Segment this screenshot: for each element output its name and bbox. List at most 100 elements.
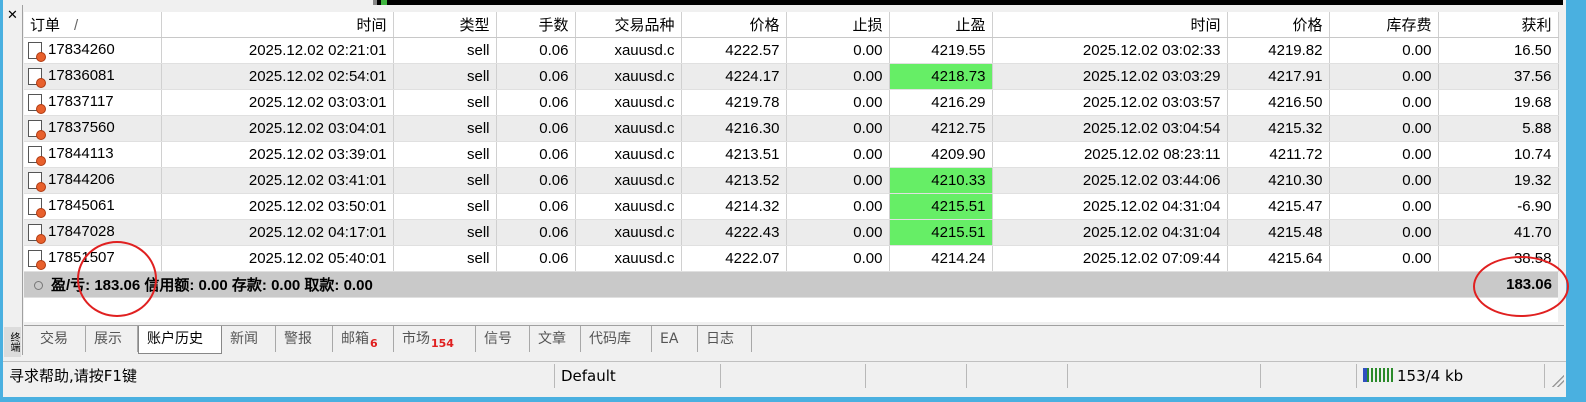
- status-bar: 寻求帮助,请按F1键 Default 153/4 kb: [3, 361, 1566, 389]
- status-connection[interactable]: 153/4 kb: [1357, 364, 1545, 388]
- cell-lots: 0.06: [496, 219, 576, 246]
- cell-lots: 0.06: [496, 245, 576, 272]
- cell-tp: 4212.75: [889, 115, 993, 142]
- table-row[interactable]: 17845061 2025.12.02 03:50:01 sell 0.06 xauus…: [24, 193, 1559, 220]
- order-closed-icon: [28, 93, 46, 114]
- order-closed-icon: [28, 223, 46, 244]
- cell-profit: 5.88: [1438, 115, 1559, 142]
- cell-close-time: 2025.12.02 04:31:04: [992, 193, 1228, 220]
- cell-sl: 0.00: [786, 193, 890, 220]
- status-cell-empty: [866, 364, 967, 388]
- cell-open-price: 4213.51: [681, 141, 787, 168]
- status-help: 寻求帮助,请按F1键: [3, 364, 555, 388]
- cell-type: sell: [393, 219, 497, 246]
- cell-open-price: 4213.52: [681, 167, 787, 194]
- table-row[interactable]: 17836081 2025.12.02 02:54:01 sell 0.06 xauus…: [24, 63, 1559, 90]
- cell-type: sell: [393, 115, 497, 142]
- order-closed-icon: [28, 67, 46, 88]
- table-header: 订单 / 时间 类型 手数 交易品种 价格 止损 止盈 时间 价格 库存费 获利: [24, 12, 1559, 38]
- table-row[interactable]: 17837117 2025.12.02 03:03:01 sell 0.06 xauus…: [24, 89, 1559, 116]
- cell-open-time: 2025.12.02 03:50:01: [161, 193, 394, 220]
- cell-order: 17844206: [24, 167, 162, 194]
- tab-11[interactable]: 日志: [698, 326, 752, 352]
- col-header-close-time[interactable]: 时间: [992, 12, 1228, 38]
- terminal-window: ✕ 终端 订单 / 时间 类型 手数 交易品种 价格 止损 止盈 时间 价格 库…: [3, 0, 1569, 397]
- col-header-tp[interactable]: 止盈: [889, 12, 993, 38]
- col-header-close-price[interactable]: 价格: [1227, 12, 1330, 38]
- table-row[interactable]: 17844113 2025.12.02 03:39:01 sell 0.06 xauus…: [24, 141, 1559, 168]
- cell-tp: 4210.33: [889, 167, 993, 194]
- col-header-order[interactable]: 订单 /: [24, 12, 162, 38]
- cell-swap: 0.00: [1329, 63, 1439, 90]
- cell-lots: 0.06: [496, 63, 576, 90]
- tab-9[interactable]: 代码库: [581, 326, 652, 352]
- annotation-circle-total: [1473, 256, 1569, 317]
- close-icon[interactable]: ✕: [7, 9, 18, 22]
- cell-profit: 41.70: [1438, 219, 1559, 246]
- tab-7[interactable]: 信号: [476, 326, 530, 352]
- cell-open-price: 4222.43: [681, 219, 787, 246]
- tab-4[interactable]: 警报: [276, 326, 333, 352]
- cell-symbol: xauusd.c: [575, 167, 682, 194]
- cell-open-time: 2025.12.02 04:17:01: [161, 219, 394, 246]
- col-header-profit[interactable]: 获利: [1438, 12, 1559, 38]
- cell-sl: 0.00: [786, 219, 890, 246]
- tab-8[interactable]: 文章: [530, 326, 581, 352]
- panel-side-bar: ✕ 终端: [3, 5, 23, 357]
- cell-tp: 4218.73: [889, 63, 993, 90]
- cell-lots: 0.06: [496, 141, 576, 168]
- cell-close-price: 4215.47: [1227, 193, 1330, 220]
- cell-swap: 0.00: [1329, 141, 1439, 168]
- cell-close-time: 2025.12.02 04:31:04: [992, 219, 1228, 246]
- cell-order: 17837560: [24, 115, 162, 142]
- table-row[interactable]: 17844206 2025.12.02 03:41:01 sell 0.06 xauus…: [24, 167, 1559, 194]
- cell-close-time: 2025.12.02 03:03:57: [992, 89, 1228, 116]
- status-profile[interactable]: Default: [555, 364, 721, 388]
- cell-symbol: xauusd.c: [575, 193, 682, 220]
- resize-grip-icon[interactable]: [1552, 375, 1564, 387]
- table-row[interactable]: 17851507 2025.12.02 05:40:01 sell 0.06 xauus…: [24, 245, 1559, 272]
- cell-close-time: 2025.12.02 03:02:33: [992, 37, 1228, 64]
- col-header-open-time[interactable]: 时间: [161, 12, 394, 38]
- col-header-sl[interactable]: 止损: [786, 12, 890, 38]
- cell-swap: 0.00: [1329, 219, 1439, 246]
- cell-close-time: 2025.12.02 07:09:44: [992, 245, 1228, 272]
- tab-5[interactable]: 邮箱6: [333, 326, 394, 352]
- cell-profit: 16.50: [1438, 37, 1559, 64]
- cell-lots: 0.06: [496, 167, 576, 194]
- cell-lots: 0.06: [496, 37, 576, 64]
- tab-6[interactable]: 市场154: [394, 326, 476, 352]
- tab-3[interactable]: 新闻: [222, 326, 276, 352]
- cell-open-price: 4216.30: [681, 115, 787, 142]
- cell-open-time: 2025.12.02 02:54:01: [161, 63, 394, 90]
- cell-close-time: 2025.12.02 03:04:54: [992, 115, 1228, 142]
- cell-swap: 0.00: [1329, 115, 1439, 142]
- cell-sl: 0.00: [786, 63, 890, 90]
- cell-profit: 10.74: [1438, 141, 1559, 168]
- col-header-type[interactable]: 类型: [393, 12, 497, 38]
- cell-open-time: 2025.12.02 03:39:01: [161, 141, 394, 168]
- cell-tp: 4216.29: [889, 89, 993, 116]
- cell-lots: 0.06: [496, 193, 576, 220]
- col-header-symbol[interactable]: 交易品种: [575, 12, 682, 38]
- table-row[interactable]: 17837560 2025.12.02 03:04:01 sell 0.06 xauus…: [24, 115, 1559, 142]
- tab-0[interactable]: 交易: [32, 326, 86, 352]
- col-header-open-price[interactable]: 价格: [681, 12, 787, 38]
- table-row[interactable]: 17847028 2025.12.02 04:17:01 sell 0.06 xauus…: [24, 219, 1559, 246]
- summary-icon: [34, 281, 43, 291]
- col-header-lots[interactable]: 手数: [496, 12, 576, 38]
- order-closed-icon: [28, 41, 46, 62]
- tab-1[interactable]: 展示: [86, 326, 138, 352]
- cell-type: sell: [393, 89, 497, 116]
- tab-10[interactable]: EA: [652, 326, 698, 352]
- order-closed-icon: [28, 145, 46, 166]
- table-row[interactable]: 17834260 2025.12.02 02:21:01 sell 0.06 xauus…: [24, 37, 1559, 64]
- summary-row[interactable]: 盈/亏: 183.06 信用额: 0.00 存款: 0.00 取款: 0.00 …: [24, 271, 1558, 298]
- cell-type: sell: [393, 141, 497, 168]
- cell-close-price: 4219.82: [1227, 37, 1330, 64]
- tab-2[interactable]: 账户历史: [138, 326, 222, 354]
- status-cell-empty: [1068, 364, 1261, 388]
- col-header-swap[interactable]: 库存费: [1329, 12, 1439, 38]
- order-closed-icon: [28, 249, 46, 270]
- cell-swap: 0.00: [1329, 167, 1439, 194]
